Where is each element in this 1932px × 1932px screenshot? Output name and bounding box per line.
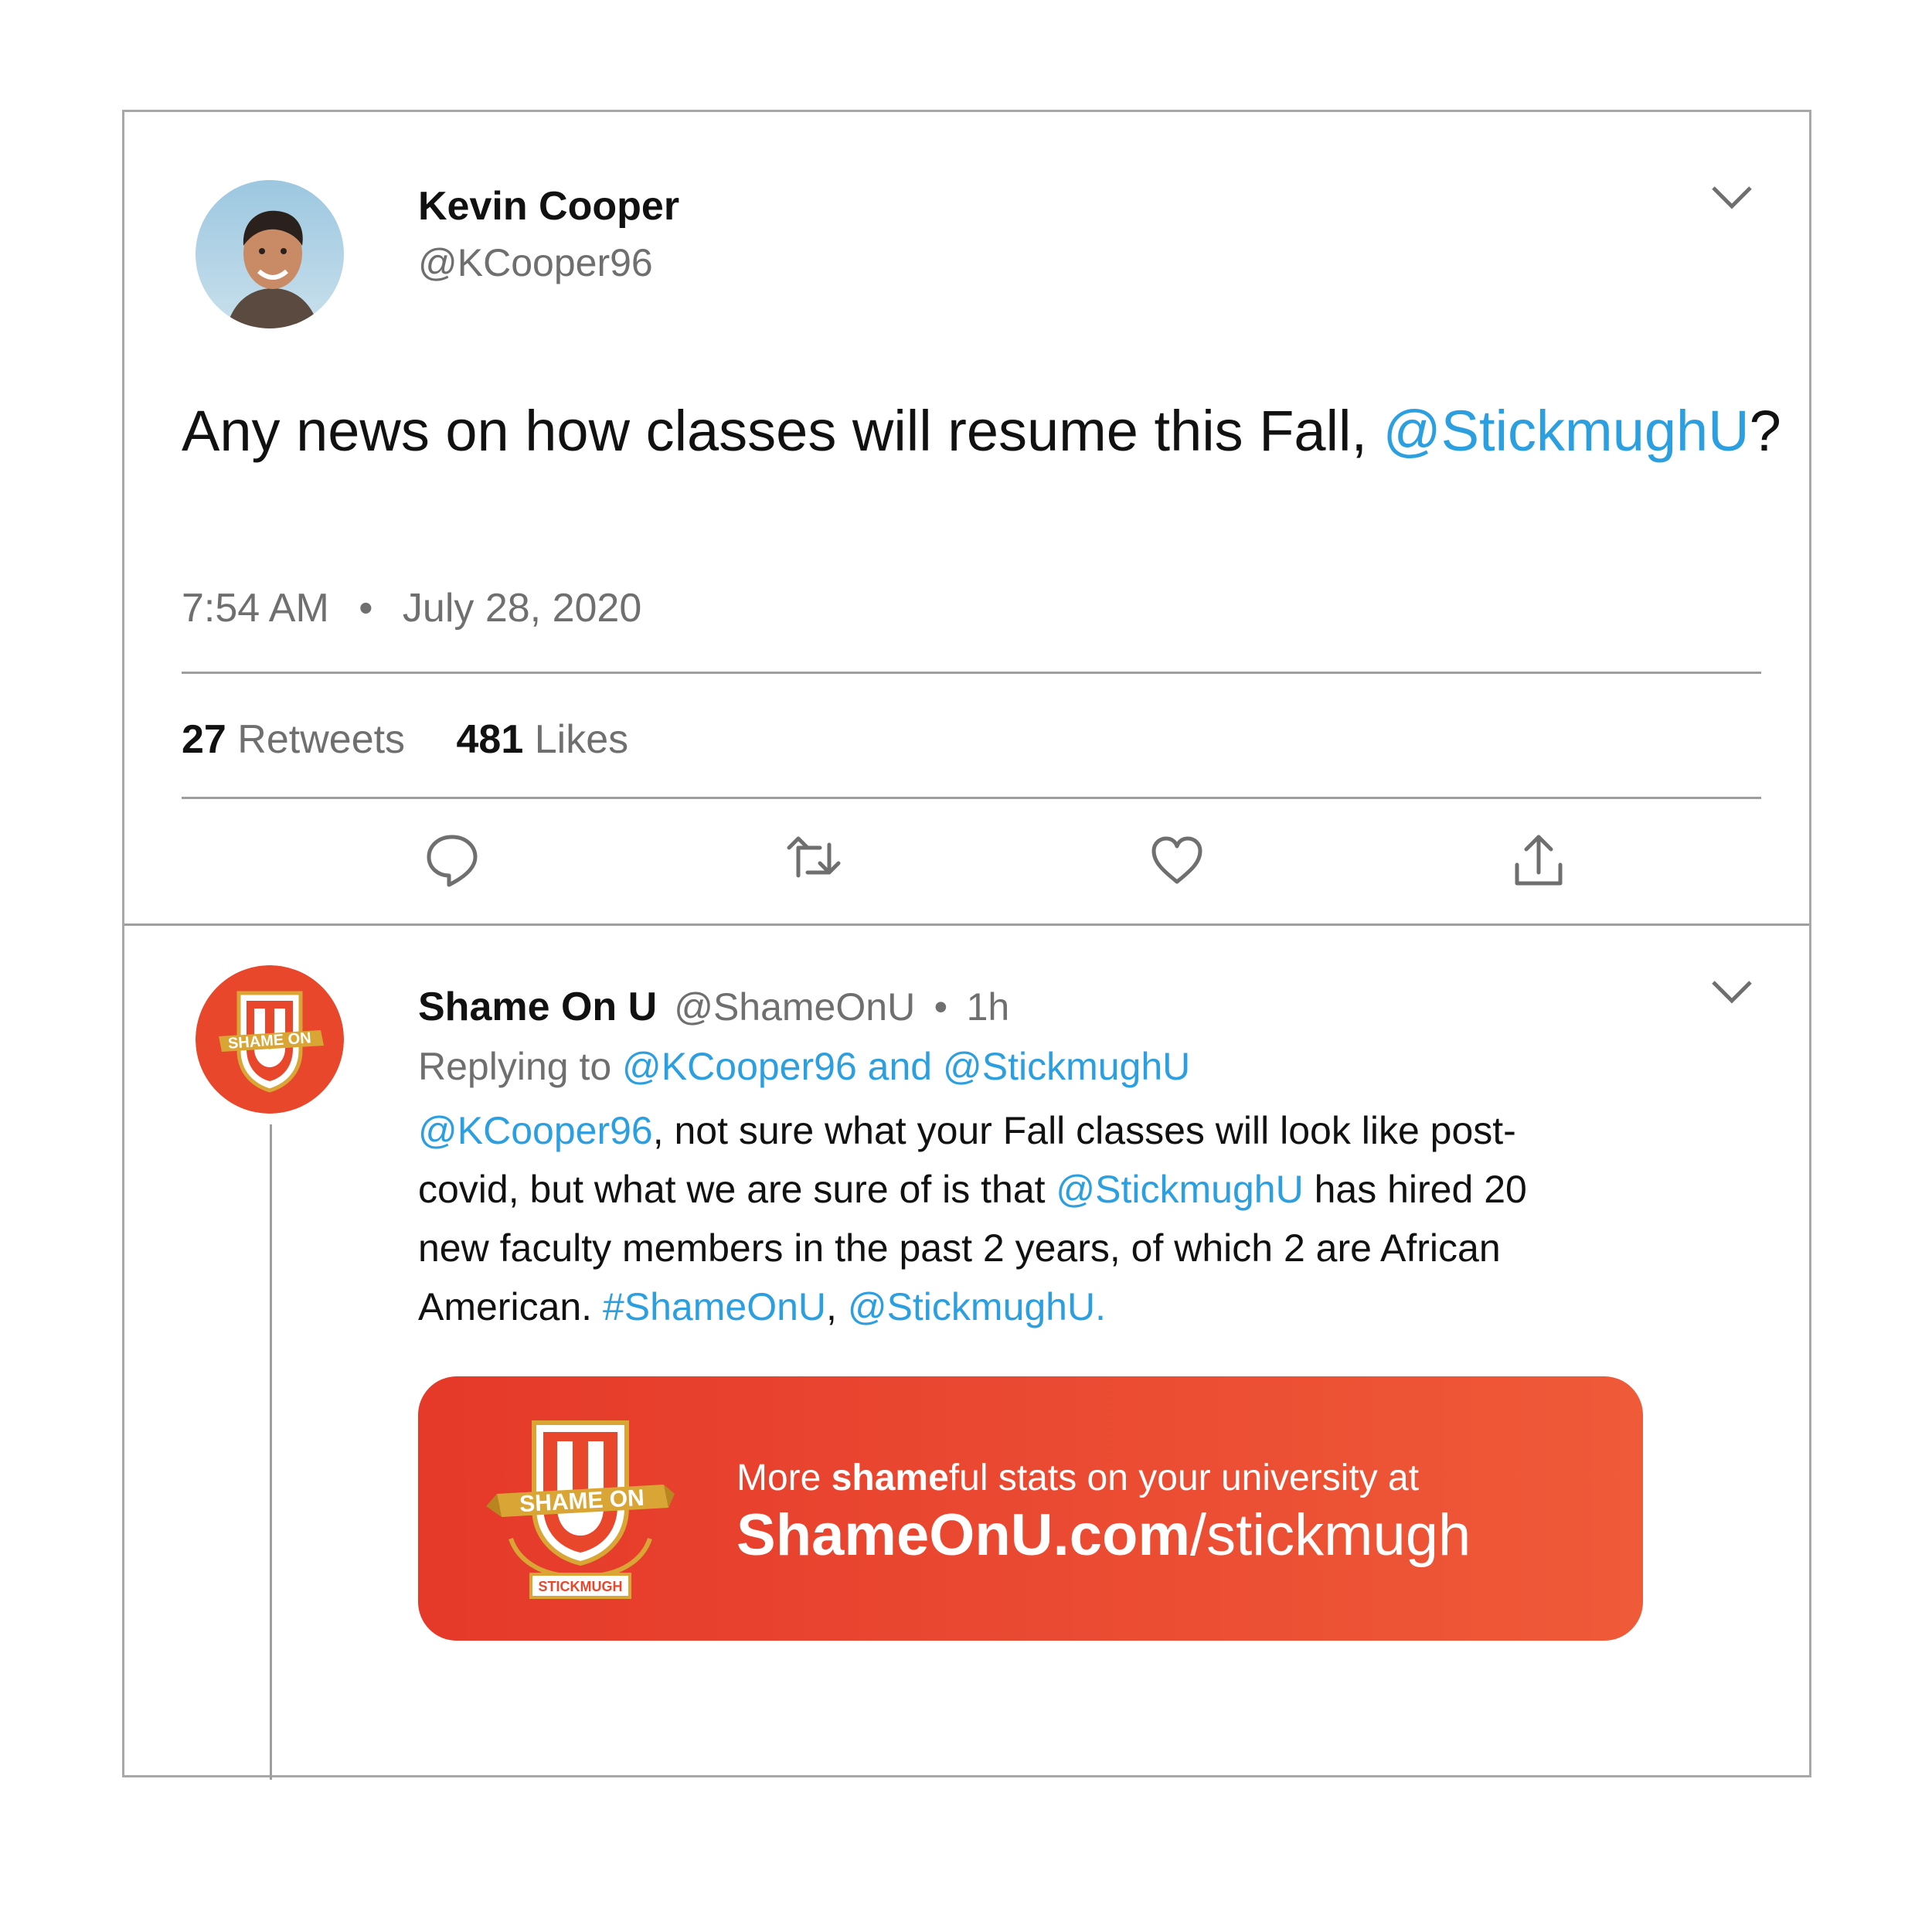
card-tagline: More shameful stats on your university a… <box>736 1457 1419 1499</box>
divider <box>182 797 1761 799</box>
tweet-date: July 28, 2020 <box>402 586 642 631</box>
card-url[interactable]: ShameOnU.com/stickmugh <box>736 1502 1471 1569</box>
replying-label: Replying to <box>418 1045 623 1088</box>
mention-link[interactable]: @StickmughU. <box>848 1285 1106 1328</box>
card-url-path: /stickmugh <box>1190 1502 1471 1568</box>
retweets-count: 27 <box>182 717 226 762</box>
reply-text: @KCooper96, not sure what your Fall clas… <box>418 1101 1608 1336</box>
card-tagline-prefix: More <box>736 1458 832 1498</box>
tweet-divider <box>124 923 1809 926</box>
chevron-down-icon[interactable] <box>1709 976 1755 1007</box>
replying-targets[interactable]: @KCooper96 and @StickmughU <box>622 1045 1190 1088</box>
shame-on-u-avatar[interactable]: SHAME ON <box>196 965 344 1114</box>
logo-ribbon-text: STICKMUGH <box>539 1579 623 1594</box>
reply-age[interactable]: 1h <box>967 985 1010 1029</box>
tweet-time: 7:54 AM <box>182 586 329 631</box>
share-icon[interactable] <box>1508 829 1570 891</box>
kevin-cooper-avatar[interactable] <box>196 180 344 328</box>
tweet-thread-frame: Kevin Cooper @KCooper96 Any news on how … <box>122 110 1811 1780</box>
divider <box>182 672 1761 674</box>
replying-to: Replying to @KCooper96 and @StickmughU <box>418 1044 1190 1089</box>
retweets-stat[interactable]: 27 Retweets <box>182 717 405 762</box>
reply-header: Shame On U @ShameOnU • 1h <box>418 984 1009 1030</box>
tweet-author-name[interactable]: Kevin Cooper <box>418 183 679 230</box>
tweet-timestamp[interactable]: 7:54 AM • July 28, 2020 <box>182 585 641 631</box>
likes-stat[interactable]: 481 Likes <box>457 717 629 762</box>
mention-link[interactable]: @KCooper96 <box>418 1109 653 1152</box>
tweet-text-prefix: Any news on how classes will resume this… <box>182 399 1383 463</box>
tweet-text: Any news on how classes will resume this… <box>182 398 1781 464</box>
tweet-text-suffix: ? <box>1749 399 1781 463</box>
reply-author-handle[interactable]: @ShameOnU <box>674 985 915 1029</box>
reply-author-name[interactable]: Shame On U <box>418 985 657 1029</box>
hashtag-link[interactable]: #ShameOnU <box>603 1285 826 1328</box>
like-icon[interactable] <box>1146 829 1208 891</box>
mention-link[interactable]: @StickmughU <box>1056 1168 1303 1211</box>
likes-count: 481 <box>456 717 524 762</box>
meta-separator: • <box>359 586 373 631</box>
card-tagline-suffix: ful stats on your university at <box>948 1458 1420 1498</box>
chevron-down-icon[interactable] <box>1709 182 1755 213</box>
thread-line <box>270 1124 272 1780</box>
link-card[interactable]: SHAME ON STICKMUGH More shameful stats o… <box>418 1376 1643 1641</box>
shame-on-u-logo: SHAME ON STICKMUGH <box>480 1407 681 1608</box>
tweet-author-handle[interactable]: @KCooper96 <box>418 240 653 285</box>
card-url-domain: ShameOnU.com <box>736 1502 1191 1568</box>
reply-icon[interactable] <box>421 829 483 891</box>
retweet-icon[interactable] <box>783 829 845 891</box>
retweets-label: Retweets <box>237 717 406 762</box>
tweet-stats: 27 Retweets 481 Likes <box>182 716 628 763</box>
reply-separator: • <box>934 985 948 1029</box>
card-tagline-bold: shame <box>831 1458 949 1498</box>
reply-text-comma: , <box>826 1285 848 1328</box>
likes-label: Likes <box>534 717 629 762</box>
mention-link[interactable]: @StickmughU <box>1383 399 1750 463</box>
